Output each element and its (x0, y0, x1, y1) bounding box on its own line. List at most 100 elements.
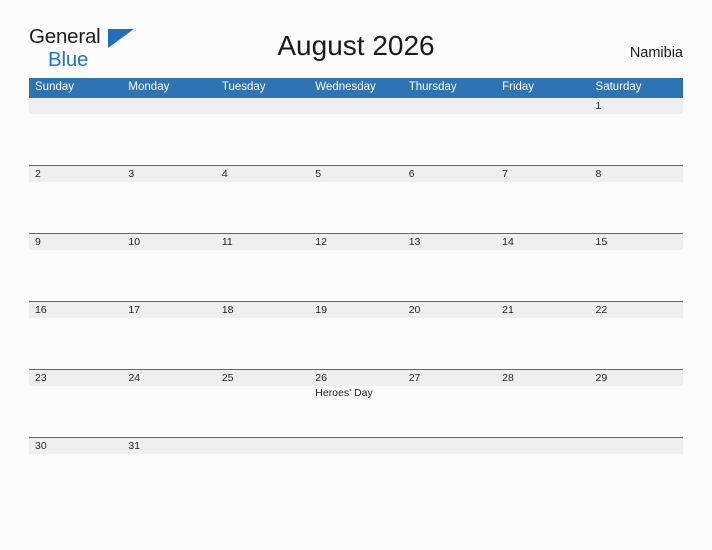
day-cell[interactable] (29, 250, 122, 301)
day-number[interactable]: 21 (496, 302, 589, 318)
day-cell[interactable] (403, 318, 496, 369)
day-number[interactable]: 16 (29, 302, 122, 318)
day-cell[interactable] (496, 454, 589, 455)
day-cell[interactable] (29, 318, 122, 369)
day-number[interactable]: 8 (590, 166, 683, 182)
day-number[interactable]: 15 (590, 234, 683, 250)
day-cell[interactable] (496, 318, 589, 369)
day-number[interactable] (29, 98, 122, 114)
day-number[interactable]: 4 (216, 166, 309, 182)
day-number[interactable] (309, 98, 402, 114)
day-cell[interactable] (590, 454, 683, 455)
week-date-band: 2 3 4 5 6 7 8 (29, 166, 683, 182)
day-number[interactable]: 3 (122, 166, 215, 182)
day-number[interactable]: 27 (403, 370, 496, 386)
week-body (29, 114, 683, 165)
day-cell[interactable] (309, 114, 402, 165)
day-cell[interactable] (496, 386, 589, 437)
weekday-header-row: Sunday Monday Tuesday Wednesday Thursday… (29, 78, 683, 97)
day-number[interactable]: 26 (309, 370, 402, 386)
day-cell[interactable] (590, 114, 683, 165)
day-cell[interactable] (216, 114, 309, 165)
day-cell[interactable] (122, 114, 215, 165)
day-number[interactable] (216, 438, 309, 454)
day-number[interactable] (590, 438, 683, 454)
day-cell[interactable] (216, 386, 309, 437)
page-title: August 2026 (277, 30, 435, 61)
day-number[interactable]: 11 (216, 234, 309, 250)
week-body (29, 182, 683, 233)
day-cell[interactable] (590, 386, 683, 437)
day-number[interactable] (496, 438, 589, 454)
day-cell[interactable] (590, 250, 683, 301)
day-cell[interactable] (403, 250, 496, 301)
day-cell[interactable] (309, 454, 402, 455)
weekday-header-thursday: Thursday (408, 81, 457, 93)
day-cell[interactable] (122, 250, 215, 301)
week-row: 23 24 25 26 27 28 29 Heroes' Day (29, 369, 683, 437)
page-header: General Blue August 2026 Namibia (0, 0, 712, 74)
day-number[interactable] (496, 98, 589, 114)
day-cell[interactable] (216, 182, 309, 233)
day-cell[interactable] (309, 318, 402, 369)
day-cell[interactable] (309, 182, 402, 233)
day-cell[interactable] (122, 454, 215, 455)
day-number[interactable]: 25 (216, 370, 309, 386)
day-cell[interactable] (122, 182, 215, 233)
week-date-band: 23 24 25 26 27 28 29 (29, 370, 683, 386)
day-number[interactable]: 12 (309, 234, 402, 250)
day-event-heroes-day: Heroes' Day (315, 387, 373, 399)
day-number[interactable]: 17 (122, 302, 215, 318)
weekday-header-sunday: Sunday (35, 81, 75, 93)
day-cell[interactable] (216, 250, 309, 301)
day-cell[interactable] (122, 386, 215, 437)
day-cell[interactable]: Heroes' Day (309, 386, 402, 437)
day-cell[interactable] (496, 114, 589, 165)
day-number[interactable]: 5 (309, 166, 402, 182)
day-number[interactable]: 20 (403, 302, 496, 318)
day-number[interactable] (216, 98, 309, 114)
day-number[interactable]: 9 (29, 234, 122, 250)
day-cell[interactable] (29, 386, 122, 437)
day-number[interactable]: 1 (590, 98, 683, 114)
day-cell[interactable] (590, 182, 683, 233)
day-number[interactable]: 24 (122, 370, 215, 386)
day-number[interactable] (403, 98, 496, 114)
week-date-band: 16 17 18 19 20 21 22 (29, 302, 683, 318)
day-number[interactable]: 31 (122, 438, 215, 454)
day-number[interactable]: 14 (496, 234, 589, 250)
day-cell[interactable] (403, 114, 496, 165)
day-cell[interactable] (216, 318, 309, 369)
weekday-header-monday: Monday (128, 81, 170, 93)
day-number[interactable]: 19 (309, 302, 402, 318)
day-number[interactable]: 28 (496, 370, 589, 386)
day-cell[interactable] (216, 454, 309, 455)
day-number[interactable]: 30 (29, 438, 122, 454)
day-number[interactable]: 29 (590, 370, 683, 386)
calendar-grid: Sunday Monday Tuesday Wednesday Thursday… (29, 78, 683, 454)
day-number[interactable]: 23 (29, 370, 122, 386)
day-number[interactable] (309, 438, 402, 454)
day-number[interactable]: 7 (496, 166, 589, 182)
day-cell[interactable] (590, 318, 683, 369)
day-cell[interactable] (403, 386, 496, 437)
day-number[interactable]: 10 (122, 234, 215, 250)
day-cell[interactable] (496, 182, 589, 233)
day-cell[interactable] (122, 318, 215, 369)
day-number[interactable]: 6 (403, 166, 496, 182)
day-number[interactable]: 22 (590, 302, 683, 318)
day-number[interactable] (403, 438, 496, 454)
day-cell[interactable] (309, 250, 402, 301)
day-number[interactable]: 2 (29, 166, 122, 182)
day-cell[interactable] (29, 114, 122, 165)
day-cell[interactable] (29, 454, 122, 455)
day-cell[interactable] (496, 250, 589, 301)
day-cell[interactable] (29, 182, 122, 233)
weekday-header-friday: Friday (502, 81, 535, 93)
day-cell[interactable] (403, 454, 496, 455)
week-body (29, 250, 683, 301)
day-number[interactable]: 13 (403, 234, 496, 250)
day-number[interactable]: 18 (216, 302, 309, 318)
day-cell[interactable] (403, 182, 496, 233)
day-number[interactable] (122, 98, 215, 114)
